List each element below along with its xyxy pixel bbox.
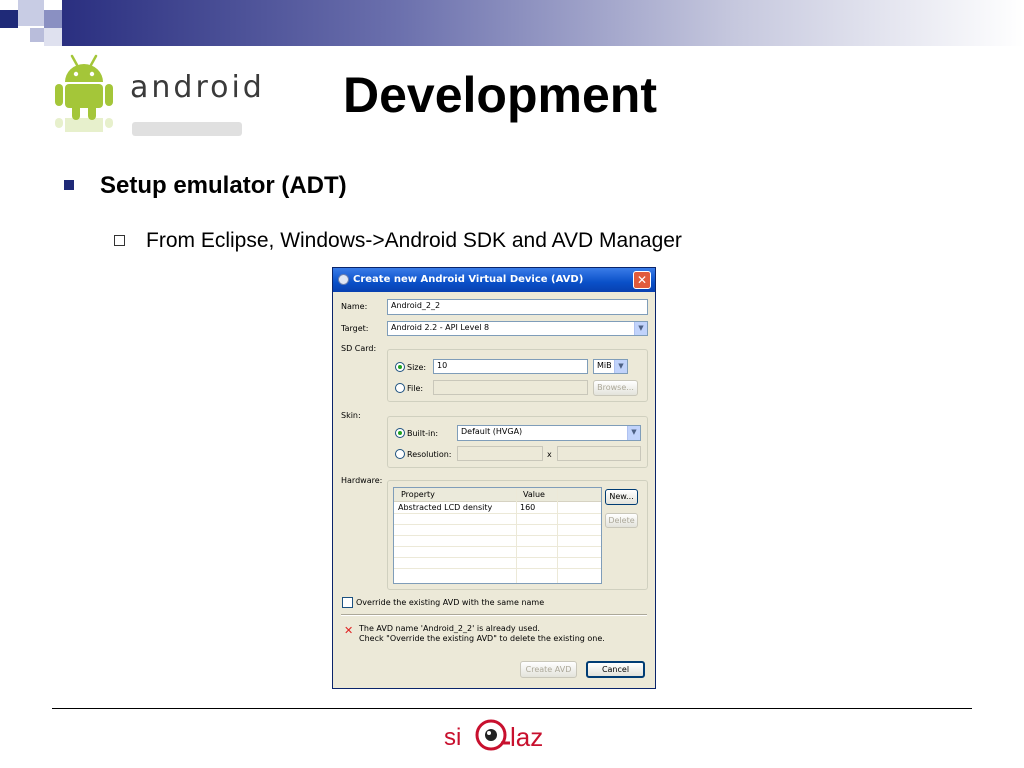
target-label: Target: — [341, 324, 369, 333]
eclipse-icon — [338, 274, 349, 285]
logo-text-left: si — [444, 724, 462, 751]
error-icon: ✕ — [344, 624, 354, 637]
name-input[interactable]: Android_2_2 — [387, 299, 648, 315]
close-button[interactable]: ✕ — [633, 271, 651, 289]
create-avd-button[interactable]: Create AVD — [520, 661, 577, 678]
new-button[interactable]: New... — [605, 489, 638, 505]
android-logo: android — [52, 52, 262, 142]
android-robot-icon — [55, 54, 113, 120]
skin-select[interactable]: Default (HVGA) ▼ — [457, 425, 641, 441]
override-checkbox[interactable] — [342, 597, 353, 608]
logo-text-right: laz — [510, 722, 544, 752]
hardware-label: Hardware: — [341, 476, 383, 485]
error-message-line1: The AVD name 'Android_2_2' is already us… — [359, 624, 540, 633]
size-label: Size: — [407, 363, 427, 372]
bullet-text: Setup emulator (ADT) — [100, 172, 347, 199]
hollow-square-bullet-icon — [114, 235, 125, 246]
siglaz-eye-icon — [475, 719, 510, 751]
sdcard-label: SD Card: — [341, 344, 377, 353]
footer-rule — [52, 708, 972, 709]
file-input[interactable] — [433, 380, 588, 395]
builtin-radio[interactable] — [395, 428, 405, 438]
skin-value: Default (HVGA) — [461, 427, 523, 436]
target-select[interactable]: Android 2.2 - API Level 8 ▼ — [387, 321, 648, 336]
chevron-down-icon[interactable]: ▼ — [634, 322, 647, 335]
android-wordmark: android — [130, 70, 265, 105]
table-header: Property Value — [394, 488, 601, 502]
column-header[interactable]: Property — [401, 490, 435, 499]
target-value: Android 2.2 - API Level 8 — [391, 323, 490, 332]
cancel-button[interactable]: Cancel — [586, 661, 645, 678]
error-message-line2: Check "Override the existing AVD" to del… — [359, 634, 605, 643]
header-gradient-bar — [62, 0, 1024, 46]
hardware-table[interactable]: Property Value Abstracted LCD density 16… — [393, 487, 602, 584]
dialog-title: Create new Android Virtual Device (AVD) — [353, 274, 584, 285]
decor-square — [30, 28, 44, 42]
override-label[interactable]: Override the existing AVD with the same … — [356, 598, 544, 607]
resolution-width-input[interactable] — [457, 446, 543, 461]
size-radio[interactable] — [395, 362, 405, 372]
decor-square — [44, 10, 62, 28]
resolution-height-input[interactable] — [557, 446, 641, 461]
table-row[interactable] — [394, 557, 601, 569]
file-label: File: — [407, 384, 424, 393]
size-unit-select[interactable]: MiB ▼ — [593, 359, 628, 374]
builtin-label: Built-in: — [407, 429, 439, 438]
siglaz-logo: si laz — [444, 716, 564, 756]
chevron-down-icon[interactable]: ▼ — [614, 360, 627, 373]
android-logo-reflection — [52, 118, 252, 142]
create-avd-dialog: Create new Android Virtual Device (AVD) … — [332, 267, 656, 689]
property-cell: Abstracted LCD density — [398, 503, 493, 512]
name-label: Name: — [341, 302, 368, 311]
browse-button[interactable]: Browse... — [593, 380, 638, 396]
sub-bullet-text: From Eclipse, Windows->Android SDK and A… — [146, 229, 682, 252]
column-header[interactable]: Value — [523, 490, 545, 499]
file-radio[interactable] — [395, 383, 405, 393]
separator — [341, 614, 647, 616]
dialog-titlebar[interactable]: Create new Android Virtual Device (AVD) … — [333, 268, 655, 292]
resolution-x-label: x — [547, 450, 552, 459]
decor-square — [44, 28, 62, 46]
delete-button[interactable]: Delete — [605, 513, 638, 528]
resolution-radio[interactable] — [395, 449, 405, 459]
decor-square — [0, 10, 18, 28]
square-bullet-icon — [64, 180, 74, 190]
value-cell: 160 — [520, 503, 536, 512]
size-input[interactable]: 10 — [433, 359, 588, 374]
skin-label: Skin: — [341, 411, 361, 420]
size-unit-value: MiB — [597, 361, 612, 370]
decor-square — [18, 0, 44, 26]
chevron-down-icon[interactable]: ▼ — [627, 426, 640, 440]
slide-title: Development — [343, 67, 657, 123]
resolution-label: Resolution: — [407, 450, 452, 459]
